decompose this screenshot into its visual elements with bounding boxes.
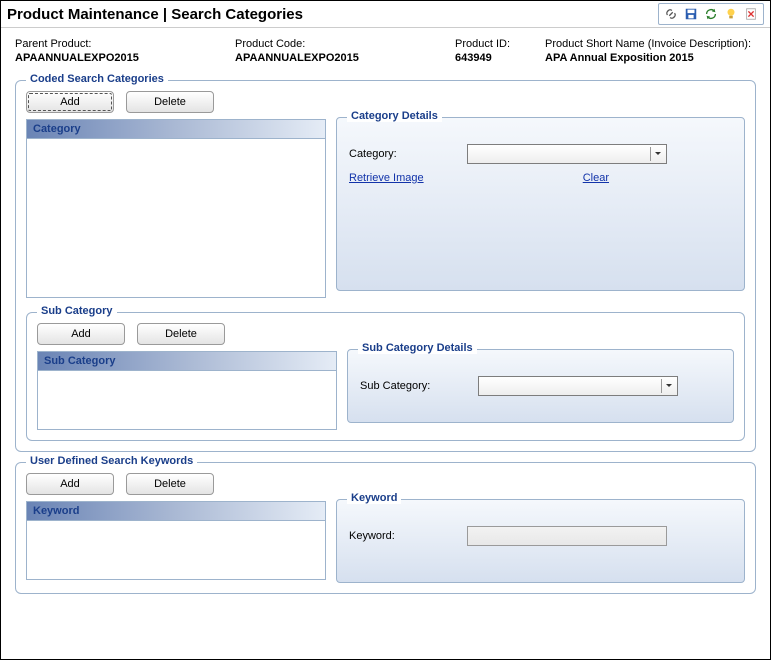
product-code-label: Product Code: xyxy=(235,38,455,50)
subcategory-details-panel: Sub Category Details Sub Category: xyxy=(347,349,734,423)
retrieve-image-link[interactable]: Retrieve Image xyxy=(349,172,424,184)
keywords-legend: User Defined Search Keywords xyxy=(26,455,197,467)
product-id-label: Product ID: xyxy=(455,38,545,50)
keyword-label: Keyword: xyxy=(349,530,459,542)
short-name-value: APA Annual Exposition 2015 xyxy=(545,52,756,64)
keyword-list[interactable] xyxy=(26,520,326,580)
info-row: Parent Product: APAANNUALEXPO2015 Produc… xyxy=(1,28,770,70)
keyword-input[interactable] xyxy=(467,526,667,546)
titlebar: Product Maintenance | Search Categories xyxy=(1,1,770,28)
coded-search-fieldset: Coded Search Categories Add Delete Categ… xyxy=(15,80,756,452)
bulb-icon[interactable] xyxy=(723,6,739,22)
clear-link[interactable]: Clear xyxy=(583,172,609,184)
subcategory-label: Sub Category: xyxy=(360,380,470,392)
subcat-delete-button[interactable]: Delete xyxy=(137,323,225,345)
subcat-add-button[interactable]: Add xyxy=(37,323,125,345)
save-icon[interactable] xyxy=(683,6,699,22)
chevron-down-icon xyxy=(650,147,664,161)
keyword-list-header: Keyword xyxy=(26,501,326,520)
product-id-value: 643949 xyxy=(455,52,545,64)
refresh-icon[interactable] xyxy=(703,6,719,22)
product-code-value: APAANNUALEXPO2015 xyxy=(235,52,455,64)
keyword-delete-button[interactable]: Delete xyxy=(126,473,214,495)
subcat-list[interactable] xyxy=(37,370,337,430)
coded-delete-button[interactable]: Delete xyxy=(126,91,214,113)
subcategory-legend: Sub Category xyxy=(37,305,117,317)
subcat-list-header: Sub Category xyxy=(37,351,337,370)
subcategory-details-legend: Sub Category Details xyxy=(358,342,477,354)
coded-list[interactable] xyxy=(26,138,326,298)
coded-legend: Coded Search Categories xyxy=(26,73,168,85)
short-name-label: Product Short Name (Invoice Description)… xyxy=(545,38,756,50)
category-details-legend: Category Details xyxy=(347,110,442,122)
window: Product Maintenance | Search Categories … xyxy=(0,0,771,660)
keyword-add-button[interactable]: Add xyxy=(26,473,114,495)
coded-add-button[interactable]: Add xyxy=(26,91,114,113)
delete-icon[interactable] xyxy=(743,6,759,22)
subcategory-select[interactable] xyxy=(478,376,678,396)
page-title: Product Maintenance | Search Categories xyxy=(7,6,303,23)
parent-product-value: APAANNUALEXPO2015 xyxy=(15,52,235,64)
coded-list-header: Category xyxy=(26,119,326,138)
category-label: Category: xyxy=(349,148,459,160)
link-icon[interactable] xyxy=(663,6,679,22)
parent-product-label: Parent Product: xyxy=(15,38,235,50)
keyword-details-panel: Keyword Keyword: xyxy=(336,499,745,583)
keyword-details-legend: Keyword xyxy=(347,492,401,504)
subcategory-fieldset: Sub Category Add Delete Sub Category Sub… xyxy=(26,312,745,441)
keywords-fieldset: User Defined Search Keywords Add Delete … xyxy=(15,462,756,594)
category-select[interactable] xyxy=(467,144,667,164)
toolbar xyxy=(658,3,764,25)
chevron-down-icon xyxy=(661,379,675,393)
category-details-panel: Category Details Category: Retrieve Imag… xyxy=(336,117,745,291)
